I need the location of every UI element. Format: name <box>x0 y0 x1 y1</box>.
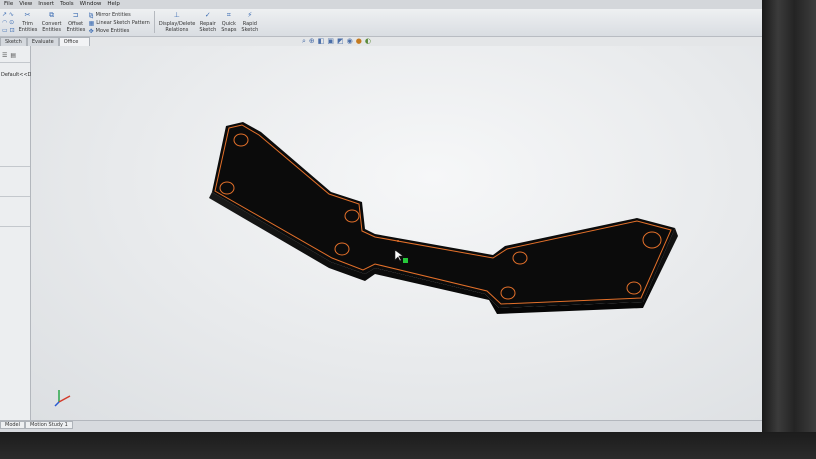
sketch-entities-small: ↗ ∿ ◠ ⊙ ▭ ⊡ <box>2 11 15 34</box>
monitor-bezel <box>762 0 816 459</box>
section-view-icon[interactable]: ◧ <box>318 37 325 46</box>
sketch-origin-point[interactable] <box>403 258 408 263</box>
move-label: Move Entities <box>95 28 130 34</box>
mirror-icon: ⧎ <box>88 11 94 19</box>
scene-icon[interactable]: ◐ <box>365 37 371 46</box>
trim-icon: ✂ <box>24 11 31 19</box>
divider <box>0 62 30 63</box>
mirror-entities-button[interactable]: ⧎ Mirror Entities <box>89 11 150 19</box>
tab-evaluate[interactable]: Evaluate <box>26 37 59 46</box>
offset-label: Offset Entities <box>66 21 86 33</box>
feature-manager-tabs: ☰ ▤ <box>2 52 16 59</box>
sketch-tools-group: ↗ ∿ ◠ ⊙ ▭ ⊡ ✂ Trim Entities ⧉ Convert En… <box>2 11 259 35</box>
rapid-sketch-button[interactable]: ⚡ Rapid Sketch <box>241 11 259 33</box>
rapid-sketch-icon: ⚡ <box>247 11 253 19</box>
menu-tools[interactable]: Tools <box>60 0 74 9</box>
convert-icon: ⧉ <box>49 11 55 19</box>
linear-pattern-button[interactable]: ▦ Linear Sketch Pattern <box>89 19 150 27</box>
quick-snaps-button[interactable]: ⌗ Quick Snaps <box>221 11 237 33</box>
property-icon[interactable]: ▤ <box>10 52 16 59</box>
snaps-label: Quick Snaps <box>221 21 237 33</box>
menu-help[interactable]: Help <box>107 0 120 9</box>
divider <box>0 166 30 167</box>
convert-entities-button[interactable]: ⧉ Convert Entities <box>41 11 63 33</box>
line-icon[interactable]: ↗ ∿ <box>2 11 15 18</box>
trim-entities-button[interactable]: ✂ Trim Entities <box>18 11 38 33</box>
feature-tree-icon[interactable]: ☰ <box>2 52 7 59</box>
repair-icon: ✓ <box>204 11 211 19</box>
appearance-icon[interactable]: ● <box>356 37 362 46</box>
offset-entities-button[interactable]: ⊐ Offset Entities <box>66 11 86 33</box>
tab-motion-study[interactable]: Motion Study 1 <box>25 421 73 429</box>
sketch-point[interactable] <box>397 240 399 242</box>
menu-bar: File View Insert Tools Window Help <box>0 0 762 9</box>
hide-show-icon[interactable]: ◉ <box>347 37 353 46</box>
display-style-icon[interactable]: ◩ <box>337 37 344 46</box>
tab-model[interactable]: Model <box>0 421 26 429</box>
command-manager: ↗ ∿ ◠ ⊙ ▭ ⊡ ✂ Trim Entities ⧉ Convert En… <box>0 9 762 37</box>
move-entities-button[interactable]: ✥ Move Entities <box>89 27 150 35</box>
toolbar-separator <box>153 11 155 33</box>
repair-label: Repair Sketch <box>199 21 217 33</box>
command-tabs: Sketch Evaluate Office Products <box>0 37 91 54</box>
trim-label: Trim Entities <box>18 21 38 33</box>
configuration-label[interactable]: Default<<De <box>1 72 35 78</box>
pattern-tools: ⧎ Mirror Entities ▦ Linear Sketch Patter… <box>89 11 150 35</box>
bottom-tabs: Model Motion Study 1 <box>0 420 762 432</box>
tab-sketch[interactable]: Sketch <box>0 37 27 46</box>
arc-icon[interactable]: ◠ ⊙ <box>2 19 15 26</box>
zoom-area-icon[interactable]: ⊕ <box>309 37 315 46</box>
feature-manager-panel: ☰ ▤ Default<<De <box>0 46 35 420</box>
divider <box>0 196 30 197</box>
tab-office-products[interactable]: Office Products <box>58 37 91 54</box>
reference-triad-icon <box>54 390 71 407</box>
heads-up-view-toolbar: ⌕ ⊕ ◧ ▣ ◩ ◉ ● ◐ <box>302 37 371 46</box>
relations-label: Display/Delete Relations <box>158 21 196 33</box>
solidworks-window: File View Insert Tools Window Help ↗ ∿ ◠… <box>0 0 762 432</box>
view-orientation-icon[interactable]: ▣ <box>327 37 334 46</box>
part-model[interactable] <box>31 46 762 420</box>
divider <box>0 226 30 227</box>
menu-window[interactable]: Window <box>80 0 102 9</box>
relations-icon: ⊥ <box>173 11 180 19</box>
menu-file[interactable]: File <box>4 0 13 9</box>
rectangle-icon[interactable]: ▭ ⊡ <box>2 27 15 34</box>
move-icon: ✥ <box>88 27 94 35</box>
repair-sketch-button[interactable]: ✓ Repair Sketch <box>199 11 217 33</box>
mirror-label: Mirror Entities <box>95 12 131 18</box>
convert-label: Convert Entities <box>41 21 62 33</box>
menu-insert[interactable]: Insert <box>38 0 54 9</box>
graphics-area[interactable] <box>31 46 762 420</box>
menu-view[interactable]: View <box>19 0 32 9</box>
monitor-bezel-bottom <box>0 432 816 459</box>
display-delete-relations-button[interactable]: ⊥ Display/Delete Relations <box>158 11 196 33</box>
offset-icon: ⊐ <box>72 11 79 19</box>
snaps-icon: ⌗ <box>226 11 231 19</box>
linear-pattern-label: Linear Sketch Pattern <box>96 20 150 26</box>
rapid-label: Rapid Sketch <box>241 21 259 33</box>
pattern-icon: ▦ <box>88 19 95 27</box>
zoom-fit-icon[interactable]: ⌕ <box>302 37 306 46</box>
